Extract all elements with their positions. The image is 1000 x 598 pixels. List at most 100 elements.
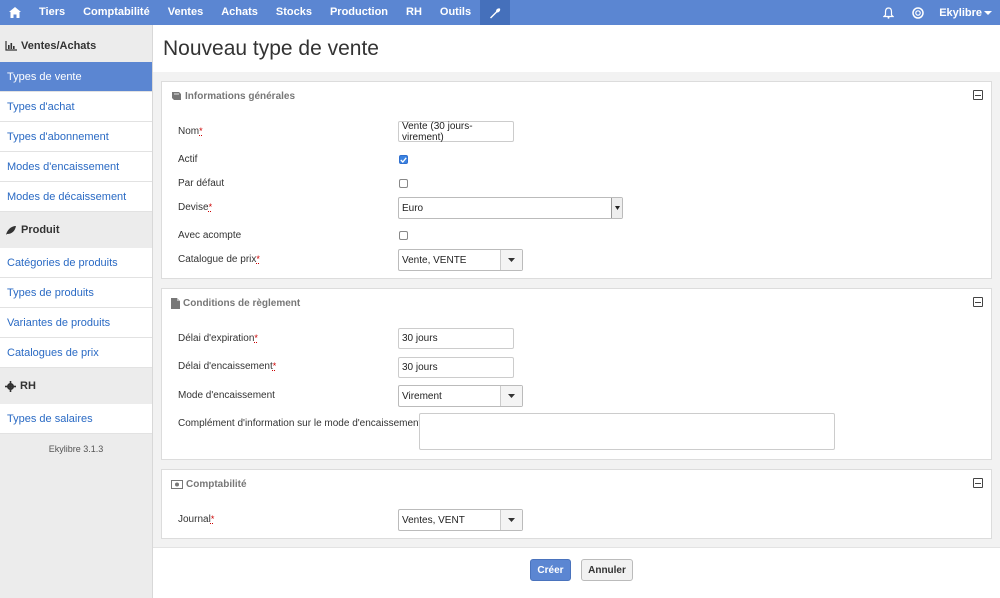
sidebar-section-ventes-achats: Ventes/Achats	[0, 25, 152, 62]
panel-title: Informations générales	[185, 90, 296, 102]
gear-icon	[5, 380, 16, 392]
panel-header: Informations générales	[162, 82, 991, 110]
delai-expiration-field[interactable]: 30 jours	[398, 328, 514, 349]
catalogue-value: Vente, VENTE	[402, 254, 467, 266]
required-marker: *	[254, 333, 258, 343]
sidebar-section-title: RH	[20, 380, 36, 392]
check-icon	[400, 156, 407, 163]
required-marker: *	[272, 361, 277, 371]
sidebar-item-types-de-salaires[interactable]: Types de salaires	[0, 404, 152, 434]
required-marker: *	[256, 254, 260, 264]
panel-informations-generales: Informations générales Nom* Vente (30 jo…	[161, 81, 992, 279]
panel-header: Conditions de règlement	[162, 289, 991, 317]
complement-textarea[interactable]	[419, 413, 835, 450]
create-button[interactable]: Créer	[530, 559, 571, 581]
nav-achats[interactable]: Achats	[212, 0, 267, 25]
nav-outils[interactable]: Outils	[431, 0, 480, 25]
select-arrow	[500, 386, 522, 406]
sidebar-item-variantes-de-produits[interactable]: Variantes de produits	[0, 308, 152, 338]
help-button[interactable]	[903, 0, 933, 25]
leaf-icon	[6, 225, 16, 235]
caret-down-icon	[508, 258, 515, 262]
devise-label-text: Devise	[178, 202, 209, 213]
caret-down-icon	[508, 394, 515, 398]
sidebar-section-title: Produit	[21, 224, 60, 236]
journal-label-text: Journal	[178, 514, 211, 525]
nav-production[interactable]: Production	[321, 0, 397, 25]
select-arrow	[500, 510, 522, 530]
catalogue-label: Catalogue de prix*	[178, 254, 260, 265]
delai-encaissement-field[interactable]: 30 jours	[398, 357, 514, 378]
avec-acompte-checkbox[interactable]	[399, 231, 408, 240]
mode-encaissement-label: Mode d'encaissement	[178, 390, 275, 401]
top-navbar: Tiers Comptabilité Ventes Achats Stocks …	[0, 0, 1000, 25]
nav-ventes[interactable]: Ventes	[159, 0, 212, 25]
user-menu[interactable]: Ekylibre	[933, 7, 1000, 19]
document-icon	[171, 297, 180, 309]
journal-value: Ventes, VENT	[402, 514, 465, 526]
collapse-toggle[interactable]	[973, 90, 983, 100]
sidebar-item-types-de-produits[interactable]: Types de produits	[0, 278, 152, 308]
complement-label: Complément d'information sur le mode d'e…	[178, 418, 422, 429]
devise-select[interactable]: Euro	[398, 197, 623, 219]
bar-chart-icon	[5, 40, 17, 51]
nom-field[interactable]: Vente (30 jours-virement)	[398, 121, 514, 143]
devise-value: Euro	[402, 202, 424, 214]
caret-down-icon	[614, 206, 620, 210]
panel-conditions-de-reglement: Conditions de règlement Délai d'expirati…	[161, 288, 992, 460]
journal-label: Journal*	[178, 514, 214, 525]
collapse-toggle[interactable]	[973, 297, 983, 307]
main-content: Nouveau type de vente Informations génér…	[153, 25, 1000, 598]
delai-encaissement-label-text: Délai d'encaissement	[178, 361, 273, 372]
actif-checkbox[interactable]	[399, 155, 408, 164]
sidebar-item-categories-de-produits[interactable]: Catégories de produits	[0, 248, 152, 278]
catalogue-select[interactable]: Vente, VENTE	[398, 249, 523, 271]
user-name: Ekylibre	[939, 6, 982, 19]
sidebar-section-title: Ventes/Achats	[21, 39, 97, 52]
nav-comptabilite[interactable]: Comptabilité	[74, 0, 159, 25]
lifebuoy-icon	[912, 6, 924, 19]
home-button[interactable]	[0, 0, 30, 25]
journal-select[interactable]: Ventes, VENT	[398, 509, 523, 531]
nom-label-text: Nom	[178, 126, 200, 137]
panel-title: Comptabilité	[186, 478, 247, 490]
sidebar-item-modes-de-decaissement[interactable]: Modes de décaissement	[0, 182, 152, 212]
sidebar-section-produit: Produit	[0, 212, 152, 248]
app-version: Ekylibre 3.1.3	[48, 444, 104, 454]
nav-stocks[interactable]: Stocks	[267, 0, 321, 25]
settings-button[interactable]	[480, 0, 511, 25]
required-marker: *	[210, 514, 215, 524]
sidebar-section-rh: RH	[0, 368, 152, 404]
panel-comptabilite: Comptabilité Journal* Ventes, VENT	[161, 469, 992, 539]
collapse-toggle[interactable]	[973, 478, 983, 488]
panel-header: Comptabilité	[162, 470, 991, 498]
sidebar-item-modes-d-encaissement[interactable]: Modes d'encaissement	[0, 152, 152, 182]
devise-label: Devise*	[178, 202, 212, 213]
required-marker: *	[199, 126, 203, 136]
sidebar: Ventes/Achats Types de vente Types d'ach…	[0, 25, 153, 598]
avec-acompte-label: Avec acompte	[178, 230, 242, 241]
catalogue-label-text: Catalogue de prix	[178, 254, 257, 265]
par-defaut-checkbox[interactable]	[399, 179, 408, 188]
select-arrow	[500, 250, 522, 270]
delai-expiration-label: Délai d'expiration*	[178, 333, 258, 344]
home-icon	[9, 7, 21, 18]
sidebar-item-types-de-vente[interactable]: Types de vente	[0, 62, 152, 92]
nav-tiers[interactable]: Tiers	[30, 0, 74, 25]
wrench-icon	[490, 7, 501, 18]
form-actions: Créer Annuler	[153, 547, 1000, 591]
cancel-button[interactable]: Annuler	[581, 559, 633, 581]
nav-rh[interactable]: RH	[397, 0, 431, 25]
caret-down-icon	[508, 518, 515, 522]
notifications-button[interactable]	[873, 0, 903, 25]
required-marker: *	[208, 202, 213, 212]
par-defaut-label: Par défaut	[178, 178, 225, 189]
sidebar-item-catalogues-de-prix[interactable]: Catalogues de prix	[0, 338, 152, 368]
sidebar-item-types-d-abonnement[interactable]: Types d'abonnement	[0, 122, 152, 152]
sidebar-item-types-d-achat[interactable]: Types d'achat	[0, 92, 152, 122]
mode-encaissement-value: Virement	[402, 390, 442, 402]
panel-title: Conditions de règlement	[183, 297, 301, 309]
nom-label: Nom*	[178, 126, 203, 137]
mode-encaissement-select[interactable]: Virement	[398, 385, 523, 407]
bell-icon	[882, 6, 894, 19]
